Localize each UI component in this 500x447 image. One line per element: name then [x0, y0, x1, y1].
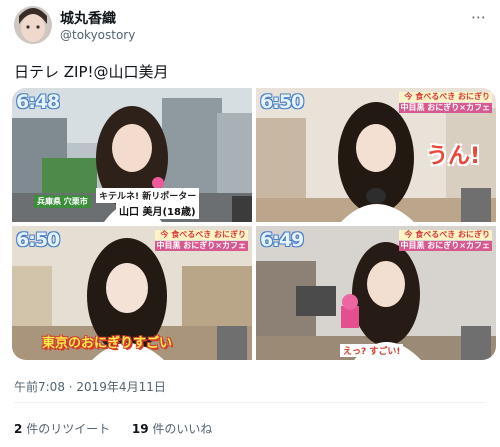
more-icon[interactable]: ⋯	[471, 8, 486, 26]
divider	[14, 402, 486, 403]
corner-top-text: 今 食べるべき おにぎり	[154, 230, 248, 240]
retweet-count[interactable]: 2	[14, 422, 22, 436]
media-grid: 6:48 兵庫県 穴栗市 キテルネ! 新リポーター 山口 美月(18歳) 6:5…	[12, 88, 496, 360]
tweet-text: 日テレ ZIP!@山口美月	[14, 63, 169, 81]
corner-caption: 今 食べるべき おにぎり 中目黒 おにぎり×カフェ	[398, 230, 492, 251]
subtitle-caption: 東京のおにぎりすごい	[42, 336, 173, 351]
corner-bottom-text: 中目黒 おにぎり×カフェ	[154, 241, 248, 251]
retweet-label[interactable]: 件のリツイート	[26, 422, 110, 436]
clock-text: 6:49	[260, 229, 304, 251]
clock-text: 6:50	[16, 229, 60, 251]
exclamation-caption: うん!	[425, 144, 480, 169]
corner-bottom-text: 中目黒 おにぎり×カフェ	[398, 103, 492, 113]
corner-top-text: 今 食べるべき おにぎり	[398, 230, 492, 240]
like-label[interactable]: 件のいいね	[152, 422, 212, 436]
media-image-2[interactable]: 6:50 今 食べるべき おにぎり 中目黒 おにぎり×カフェ うん!	[256, 88, 496, 222]
location-text: 兵庫県 穴栗市	[34, 195, 91, 208]
avatar-image	[14, 6, 52, 44]
clock-text: 6:48	[16, 91, 60, 113]
engagement-stats: 2 件のリツイート 19 件のいいね	[14, 420, 212, 437]
caption-name: 山口 美月(18歳)	[116, 202, 199, 219]
media-image-4[interactable]: 6:49 今 食べるべき おにぎり 中目黒 おにぎり×カフェ えっ? すごい!	[256, 226, 496, 360]
subtitle-caption: えっ? すごい!	[340, 344, 404, 357]
like-count[interactable]: 19	[132, 422, 149, 436]
corner-top-text: 今 食べるべき おにぎり	[398, 92, 492, 102]
media-image-1[interactable]: 6:48 兵庫県 穴栗市 キテルネ! 新リポーター 山口 美月(18歳)	[12, 88, 252, 222]
corner-caption: 今 食べるべき おにぎり 中目黒 おにぎり×カフェ	[398, 92, 492, 113]
display-name[interactable]: 城丸香織	[60, 8, 116, 28]
handle[interactable]: @tokyostory	[60, 28, 135, 42]
corner-bottom-text: 中目黒 おにぎり×カフェ	[398, 241, 492, 251]
clock-text: 6:50	[260, 91, 304, 113]
timestamp[interactable]: 午前7:08 · 2019年4月11日	[14, 378, 166, 395]
caption-reporter: キテルネ! 新リポーター	[96, 188, 200, 203]
media-image-3[interactable]: 6:50 今 食べるべき おにぎり 中目黒 おにぎり×カフェ 東京のおにぎりすご…	[12, 226, 252, 360]
avatar[interactable]	[14, 6, 52, 44]
corner-caption: 今 食べるべき おにぎり 中目黒 おにぎり×カフェ	[154, 230, 248, 251]
